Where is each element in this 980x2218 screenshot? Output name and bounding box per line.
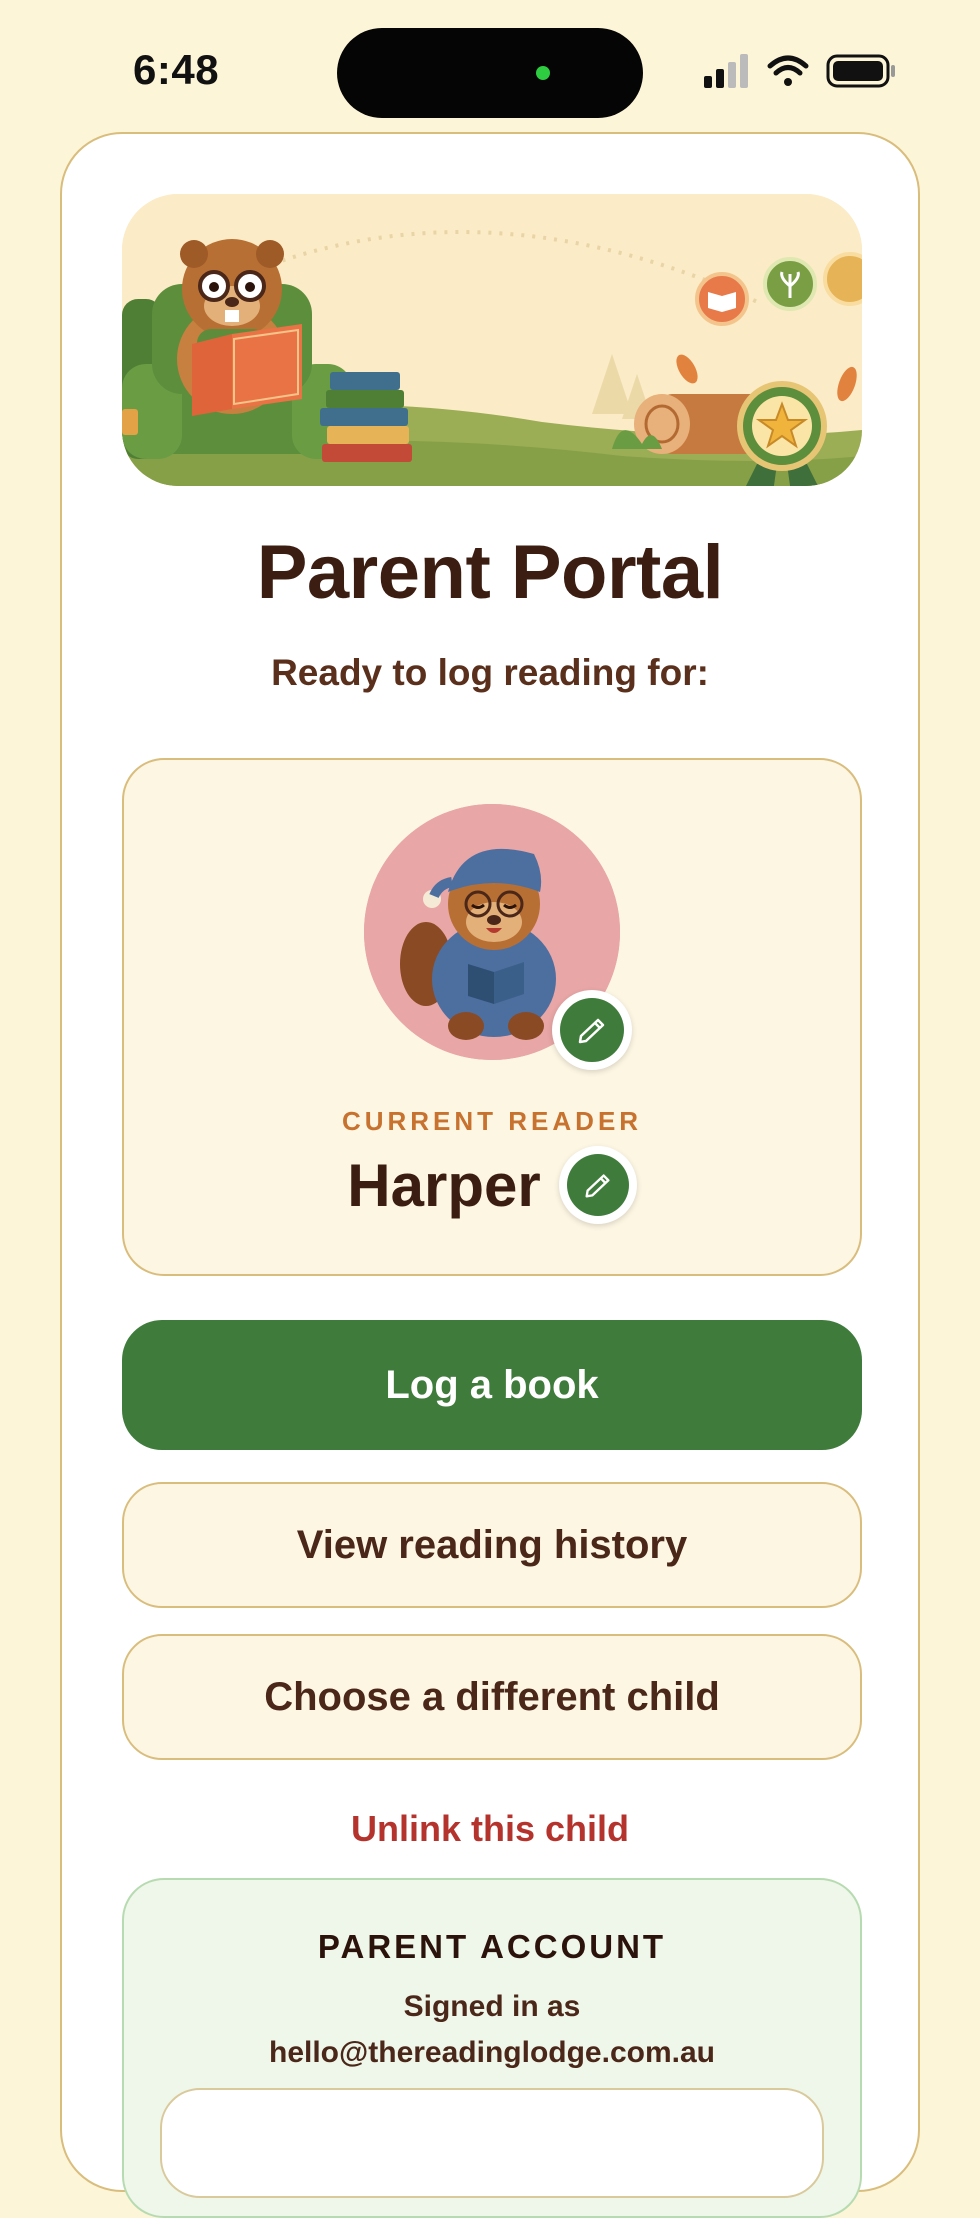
camera-indicator-dot	[536, 66, 550, 80]
page-title: Parent Portal	[256, 530, 724, 615]
parent-account-panel: PARENT ACCOUNT Signed in as hello@therea…	[122, 1878, 862, 2218]
edit-avatar-button[interactable]	[552, 990, 632, 1070]
trophy-badge-icon	[823, 252, 862, 306]
book-badge-icon	[695, 272, 749, 326]
status-bar: 6:48	[0, 0, 980, 130]
dynamic-island	[337, 28, 643, 118]
pencil-icon	[585, 1174, 610, 1198]
leaf-badge-icon	[763, 257, 817, 311]
book-stack-illustration	[320, 372, 412, 462]
account-action-button[interactable]	[160, 2088, 824, 2198]
portal-card: Parent Portal Ready to log reading for:	[60, 132, 920, 2218]
choose-different-child-button[interactable]: Choose a different child	[122, 1634, 862, 1760]
wifi-icon	[767, 55, 809, 86]
signed-in-label: Signed in as	[403, 1990, 581, 2023]
current-reader-card: CURRENT READER Harper	[122, 758, 862, 1276]
unlink-child-link[interactable]: Unlink this child	[62, 1808, 918, 1850]
view-reading-history-button[interactable]: View reading history	[122, 1482, 862, 1608]
cellular-signal-icon	[704, 54, 748, 88]
page-subtitle: Ready to log reading for:	[271, 652, 709, 693]
reader-name-row: Harper	[124, 1145, 860, 1225]
account-email: hello@thereadinglodge.com.au	[269, 2036, 715, 2069]
battery-icon	[826, 54, 895, 88]
hero-banner-illustration	[122, 194, 862, 486]
edit-name-button[interactable]	[558, 1146, 637, 1224]
status-time: 6:48	[133, 46, 220, 93]
current-reader-label: CURRENT READER	[341, 1106, 643, 1136]
log-book-button[interactable]: Log a book	[122, 1320, 862, 1450]
parent-account-title: PARENT ACCOUNT	[317, 1928, 667, 1965]
reader-name: Harper	[347, 1151, 541, 1219]
pencil-icon	[578, 1018, 605, 1044]
status-icons	[700, 52, 900, 92]
